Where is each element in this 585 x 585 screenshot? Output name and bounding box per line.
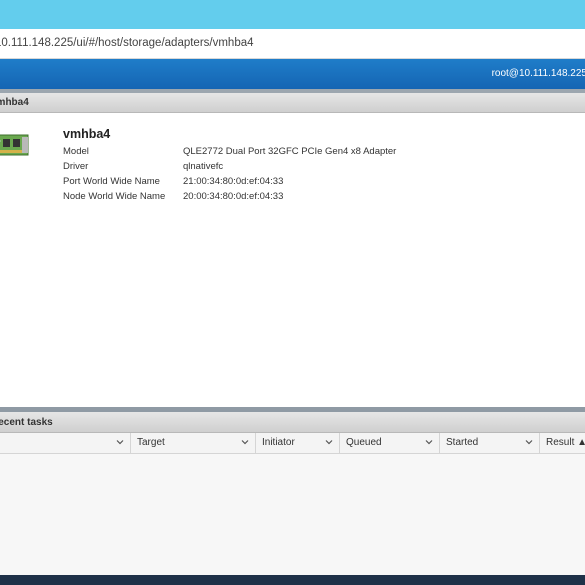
adapter-details: vmhba4 Model QLE2772 Dual Port 32GFC PCI… (0, 113, 585, 407)
user-menu[interactable]: root@10.111.148.225 (492, 68, 585, 79)
recent-tasks-list (0, 454, 585, 575)
recent-tasks-title: Recent tasks (0, 417, 53, 428)
bottom-bar (0, 575, 585, 585)
port-wwn-label: Port World Wide Name (63, 176, 160, 187)
recent-tasks-header: Recent tasks (0, 412, 585, 433)
chevron-down-icon[interactable] (324, 437, 334, 447)
model-value: QLE2772 Dual Port 32GFC PCIe Gen4 x8 Ada… (183, 146, 397, 157)
column-header-started[interactable]: Started (440, 433, 540, 453)
app-header: root@10.111.148.225 (0, 59, 585, 89)
adapter-name: vmhba4 (63, 127, 111, 141)
panel-title: vmhba4 (0, 97, 29, 108)
tasks-column-header-row: Target Initiator Queued Started Result ▲ (0, 433, 585, 454)
node-wwn-value: 20:00:34:80:0d:ef:04:33 (183, 191, 284, 202)
column-header-target[interactable]: Target (131, 433, 256, 453)
chevron-down-icon[interactable] (240, 437, 250, 447)
address-bar[interactable]: 10.111.148.225/ui/#/host/storage/adapter… (0, 29, 585, 59)
panel-header: vmhba4 (0, 93, 585, 113)
chevron-down-icon[interactable] (424, 437, 434, 447)
chevron-down-icon[interactable] (115, 437, 125, 447)
port-wwn-value: 21:00:34:80:0d:ef:04:33 (183, 176, 284, 187)
column-header-task[interactable] (0, 433, 131, 453)
storage-adapter-card-icon (0, 134, 29, 156)
browser-title-bar (0, 0, 585, 29)
node-wwn-label: Node World Wide Name (63, 191, 166, 202)
driver-value: qlnativefc (183, 161, 224, 172)
column-header-initiator[interactable]: Initiator (256, 433, 340, 453)
address-url[interactable]: 10.111.148.225/ui/#/host/storage/adapter… (0, 37, 254, 49)
column-header-result[interactable]: Result ▲ (540, 433, 585, 453)
model-label: Model (63, 146, 89, 157)
column-header-queued[interactable]: Queued (340, 433, 440, 453)
chevron-down-icon[interactable] (524, 437, 534, 447)
driver-label: Driver (63, 161, 89, 172)
